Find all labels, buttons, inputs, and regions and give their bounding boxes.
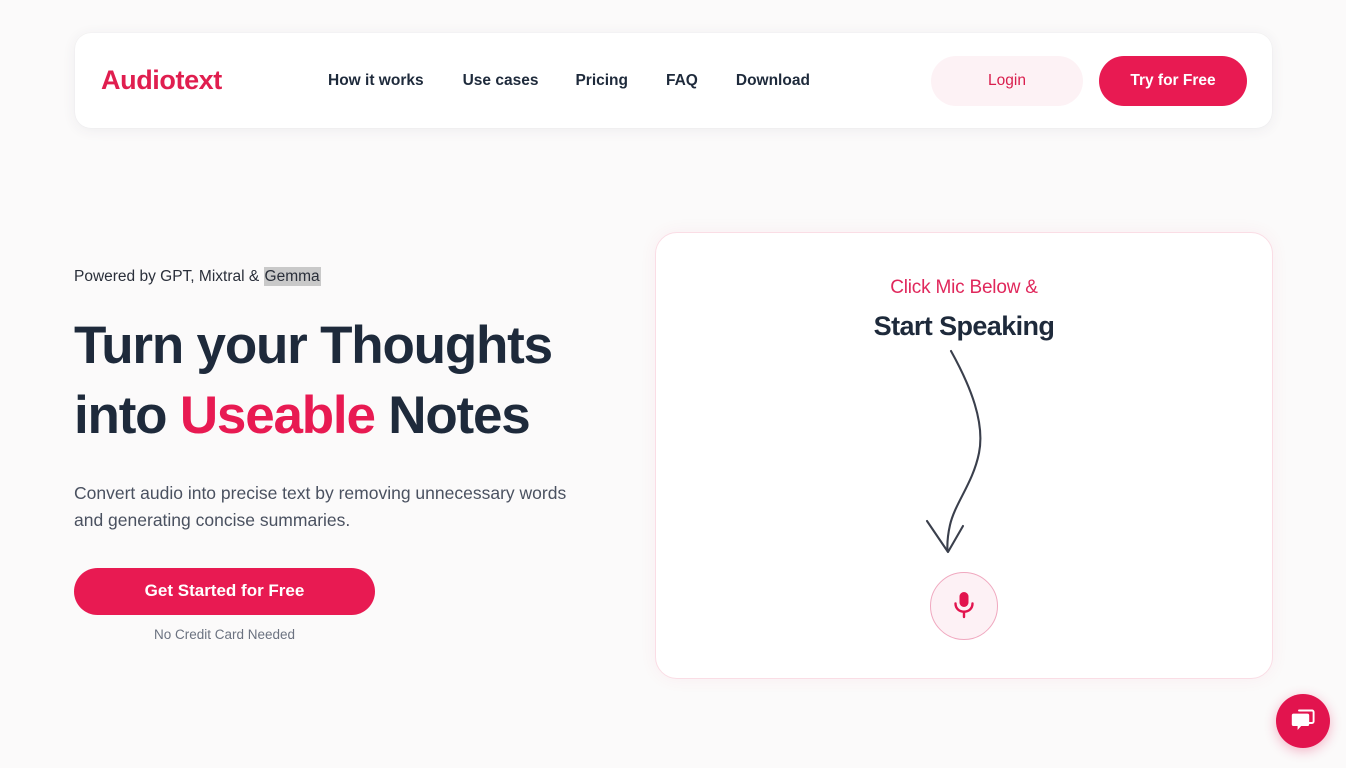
nav-faq[interactable]: FAQ	[666, 66, 698, 96]
nav-use-cases[interactable]: Use cases	[463, 66, 539, 96]
cta-group: Get Started for Free No Credit Card Need…	[74, 567, 375, 642]
mic-card-title: Start Speaking	[873, 311, 1055, 341]
powered-by-prefix: Powered by GPT, Mixtral &	[74, 268, 264, 285]
chat-bubble-icon	[1289, 706, 1317, 737]
headline-accent-word: Useable	[179, 385, 376, 445]
brand-logo[interactable]: Audiotext	[101, 65, 222, 96]
header-actions: Login Try for Free	[931, 55, 1247, 106]
hero-text-section: Powered by GPT, Mixtral & Gemma Turn you…	[74, 266, 634, 642]
powered-by-label: Powered by GPT, Mixtral & Gemma	[74, 266, 634, 288]
hero-description: Convert audio into precise text by remov…	[74, 482, 567, 530]
headline-line-2-pre: into	[74, 385, 180, 445]
nav-pricing[interactable]: Pricing	[575, 66, 628, 96]
page-title: Turn your Thoughts into Useable Notes	[74, 311, 634, 451]
headline-line-1: Turn your Thoughts	[74, 315, 553, 375]
curved-down-arrow-icon	[911, 345, 1021, 560]
microphone-icon	[951, 590, 977, 623]
main-navigation: How it works Use cases Pricing FAQ Downl…	[328, 66, 810, 96]
get-started-button[interactable]: Get Started for Free	[74, 567, 375, 615]
microphone-button[interactable]	[930, 572, 998, 640]
mic-demo-card: Click Mic Below & Start Speaking	[655, 232, 1273, 679]
site-header: Audiotext How it works Use cases Pricing…	[75, 33, 1272, 128]
nav-how-it-works[interactable]: How it works	[328, 66, 424, 96]
chat-widget-button[interactable]	[1276, 694, 1330, 748]
no-credit-card-note: No Credit Card Needed	[153, 626, 296, 642]
login-button[interactable]: Login	[931, 55, 1083, 106]
try-for-free-button[interactable]: Try for Free	[1099, 55, 1247, 106]
headline-line-2-post: Notes	[374, 385, 530, 445]
powered-by-highlight: Gemma	[263, 267, 321, 286]
nav-download[interactable]: Download	[736, 66, 810, 96]
mic-card-kicker: Click Mic Below &	[890, 277, 1038, 298]
